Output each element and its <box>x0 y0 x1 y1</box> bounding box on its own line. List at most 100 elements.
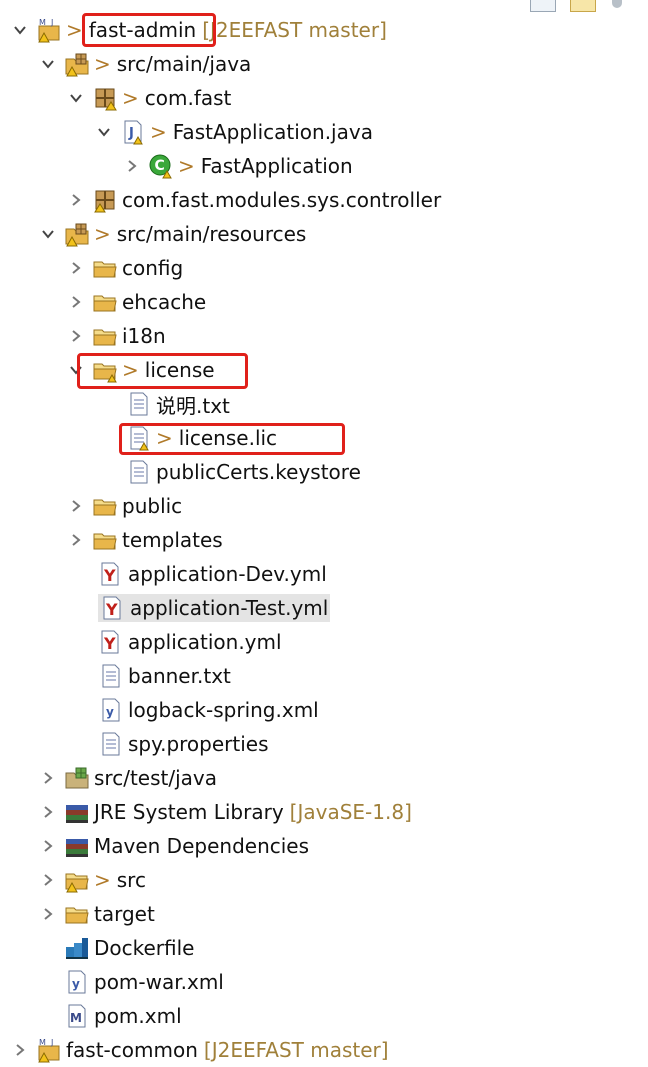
yaml-file-icon: Y <box>98 629 124 655</box>
tree-item-banner-txt[interactable]: banner.txt <box>72 659 231 693</box>
tree-item-label: config <box>122 256 184 280</box>
tree-item-application-dev-yml[interactable]: Y application-Dev.yml <box>72 557 327 591</box>
tree-item-label: target <box>94 902 155 926</box>
maven-project-icon: MJ <box>36 17 62 43</box>
tree-item-logback-spring-xml[interactable]: y logback-spring.xml <box>72 693 319 727</box>
tree-item-pom-war-xml[interactable]: y pom-war.xml <box>38 965 224 999</box>
tree-item-label: src/test/java <box>94 766 217 790</box>
yaml-file-icon: Y <box>100 595 126 621</box>
chevron-down-icon[interactable] <box>66 88 86 108</box>
tree-item-label: Maven Dependencies <box>94 834 310 858</box>
folder-icon <box>92 493 118 519</box>
svg-text:Y: Y <box>103 634 116 653</box>
chevron-right-icon[interactable] <box>66 292 86 312</box>
tree-item-label: com.fast <box>144 86 232 110</box>
tree-item-publiccerts-keystore[interactable]: publicCerts.keystore <box>100 455 361 489</box>
tree-item-spy-properties[interactable]: spy.properties <box>72 727 269 761</box>
tree-item-application-yml[interactable]: Y application.yml <box>72 625 282 659</box>
source-folder-icon <box>64 51 90 77</box>
folder-icon <box>92 527 118 553</box>
folder-icon <box>92 255 118 281</box>
tree-item-application-test-yml[interactable]: Y application-Test.yml <box>72 591 331 625</box>
tree-item-label: com.fast.modules.sys.controller <box>122 188 442 212</box>
view-menu-button[interactable] <box>610 0 624 12</box>
tree-item-config[interactable]: config <box>66 251 183 285</box>
tree-item-label: application-Dev.yml <box>128 562 327 586</box>
tree-item-label: 说明.txt <box>156 393 230 418</box>
tree-item-label: src/main/java <box>116 52 252 76</box>
svg-text:C: C <box>155 158 165 174</box>
chevron-right-icon[interactable] <box>38 836 58 856</box>
folder-icon <box>92 289 118 315</box>
text-file-icon <box>98 731 124 757</box>
highlight-box-license-lic <box>119 423 345 455</box>
svg-text:J: J <box>128 126 134 141</box>
svg-text:Y: Y <box>103 566 116 585</box>
tree-item-public[interactable]: public <box>66 489 182 523</box>
tree-item-label: templates <box>122 528 223 552</box>
chevron-right-icon[interactable] <box>66 496 86 516</box>
xml-file-icon: y <box>98 697 124 723</box>
tree-item-target[interactable]: target <box>38 897 155 931</box>
chevron-down-icon[interactable] <box>94 122 114 142</box>
git-decoration: [J2EEFAST master] <box>202 18 387 42</box>
tree-item-label: src/main/resources <box>116 222 307 246</box>
tree-item-templates[interactable]: templates <box>66 523 223 557</box>
tree-item-label: FastApplication <box>200 154 353 178</box>
git-decoration: [J2EEFAST master] <box>203 1038 389 1062</box>
tree-item-fastapplication-class[interactable]: C > FastApplication <box>122 149 353 183</box>
tree-item-src-main-resources[interactable]: > src/main/resources <box>38 217 306 251</box>
chevron-right-icon[interactable] <box>66 326 86 346</box>
package-icon <box>92 187 118 213</box>
yaml-file-icon: Y <box>98 561 124 587</box>
tree-item-i18n[interactable]: i18n <box>66 319 166 353</box>
library-decoration: [JavaSE-1.8] <box>289 800 412 824</box>
tree-item-dockerfile[interactable]: Dockerfile <box>38 931 195 965</box>
chevron-right-icon[interactable] <box>38 768 58 788</box>
tree-item-label: fast-common <box>66 1038 198 1062</box>
java-file-icon: J <box>120 119 146 145</box>
tree-item-fast-common[interactable]: MJ fast-common [J2EEFAST master] <box>10 1033 389 1067</box>
tree-item-label: public <box>122 494 183 518</box>
tree-item-pom-xml[interactable]: M pom.xml <box>38 999 182 1033</box>
tree-item-com-fast[interactable]: > com.fast <box>66 81 231 115</box>
tree-item-ehcache[interactable]: ehcache <box>66 285 206 319</box>
tree-item-src-test-java[interactable]: src/test/java <box>38 761 217 795</box>
tree-item-fastapplication-java[interactable]: J > FastApplication.java <box>94 115 373 149</box>
chevron-down-icon[interactable] <box>38 224 58 244</box>
svg-text:M: M <box>39 1038 46 1047</box>
chevron-right-icon[interactable] <box>122 156 142 176</box>
chevron-right-icon[interactable] <box>38 870 58 890</box>
maven-pom-icon: M <box>64 1003 90 1029</box>
folder-warning-icon <box>64 867 90 893</box>
highlight-box-license-folder <box>77 353 248 389</box>
chevron-right-icon[interactable] <box>66 190 86 210</box>
tree-item-readme-txt[interactable]: 说明.txt <box>100 387 230 421</box>
selection-highlight: Y application-Test.yml <box>98 594 331 622</box>
folder-icon <box>64 901 90 927</box>
chevron-down-icon[interactable] <box>10 20 30 40</box>
tree-item-label: publicCerts.keystore <box>156 460 361 484</box>
tree-item-src[interactable]: > src <box>38 863 146 897</box>
svg-text:y: y <box>72 977 80 991</box>
tree-item-maven-dependencies[interactable]: Maven Dependencies <box>38 829 309 863</box>
chevron-down-icon[interactable] <box>38 54 58 74</box>
package-icon <box>92 85 118 111</box>
tree-item-com-fast-modules-sys-controller[interactable]: com.fast.modules.sys.controller <box>66 183 441 217</box>
svg-text:Y: Y <box>105 600 118 619</box>
chevron-right-icon[interactable] <box>66 530 86 550</box>
svg-text:J: J <box>50 18 53 27</box>
link-with-editor-button[interactable] <box>570 0 596 12</box>
collapse-all-button[interactable] <box>530 0 556 12</box>
tree-item-src-main-java[interactable]: > src/main/java <box>38 47 251 81</box>
chevron-right-icon[interactable] <box>38 904 58 924</box>
highlight-box-fast-admin <box>82 13 216 47</box>
source-folder-icon <box>64 765 90 791</box>
tree-item-label: logback-spring.xml <box>128 698 319 722</box>
chevron-right-icon[interactable] <box>66 258 86 278</box>
tree-item-label: JRE System Library <box>94 800 284 824</box>
svg-text:J: J <box>50 1038 53 1047</box>
tree-item-jre-system-library[interactable]: JRE System Library [JavaSE-1.8] <box>38 795 412 829</box>
chevron-right-icon[interactable] <box>38 802 58 822</box>
chevron-right-icon[interactable] <box>10 1040 30 1060</box>
